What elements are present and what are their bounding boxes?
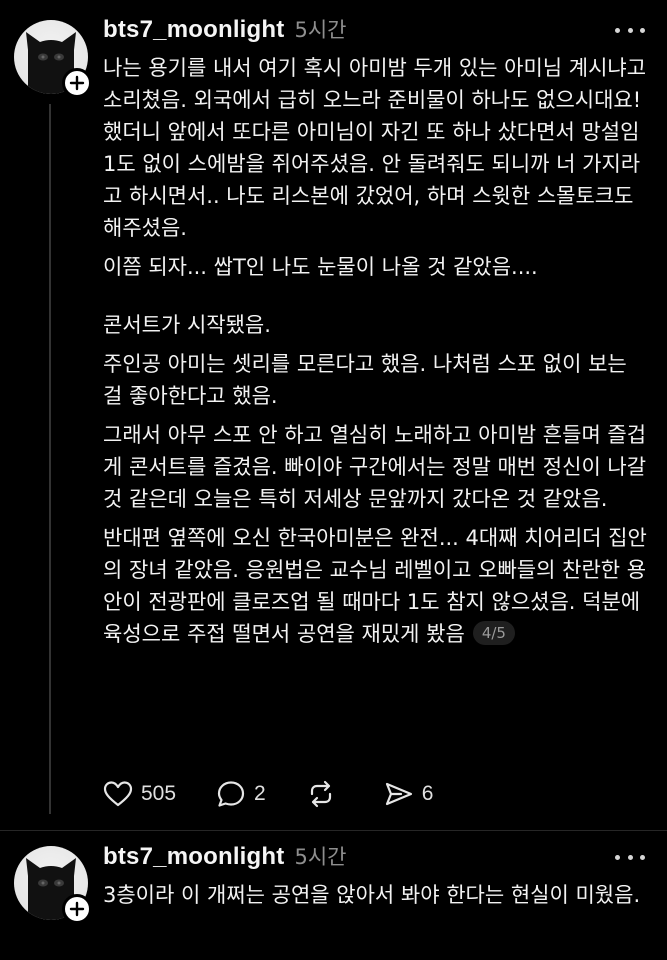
paragraph: 주인공 아미는 셋리를 모른다고 했음. 나처럼 스포 없이 보는 걸 좋아한다…	[103, 352, 627, 408]
plus-icon	[69, 75, 85, 91]
dot-icon	[640, 854, 645, 860]
timestamp: 5시간	[294, 18, 347, 42]
dot-icon	[615, 854, 620, 860]
paragraph: 그래서 아무 스포 안 하고 열심히 노래하고 아미밤 흔들며 즐겁게 콘서트를…	[103, 423, 647, 511]
action-bar: 505 2 6	[103, 778, 473, 810]
paragraph: 이쯤 되자... 쌉T인 나도 눈물이 나올 것 같았음....	[103, 255, 538, 279]
repost-button[interactable]	[306, 780, 344, 808]
comment-button[interactable]: 2	[216, 780, 266, 808]
plus-icon	[69, 901, 85, 917]
like-button[interactable]: 505	[103, 780, 176, 808]
paragraph: 반대편 옆쪽에 오신 한국아미분은 완전... 4대째 치어리더 집안의 장녀 …	[103, 522, 648, 650]
dot-icon	[640, 27, 645, 33]
post-header: bts7_moonlight 5시간	[103, 841, 346, 875]
timestamp: 5시간	[294, 845, 347, 869]
paragraph: 3층이라 이 개쩌는 공연을 앉아서 봐야 한다는 현실이 미웠음.	[103, 883, 641, 907]
heart-icon	[103, 781, 133, 807]
avatar[interactable]	[14, 846, 92, 924]
like-count: 505	[141, 782, 177, 805]
post-header: bts7_moonlight 5시간	[103, 14, 346, 48]
thread-connector	[49, 104, 51, 814]
more-options-button[interactable]	[615, 25, 645, 35]
thread-post: bts7_moonlight 5시간 나는 용기를 내서 여기 혹시 아미밤 두…	[0, 0, 667, 830]
post-body: 나는 용기를 내서 여기 혹시 아미밤 두개 있는 아미님 계시냐고 소리쳤음.…	[103, 52, 648, 657]
thread-post: bts7_moonlight 5시간 3층이라 이 개쩌는 공연을 앉아서 봐야…	[0, 831, 667, 960]
follow-button[interactable]	[62, 68, 92, 98]
username[interactable]: bts7_moonlight	[103, 16, 284, 44]
paragraph: 콘서트가 시작됐음.	[103, 313, 271, 337]
post-body: 3층이라 이 개쩌는 공연을 앉아서 봐야 한다는 현실이 미웠음.	[103, 879, 648, 918]
paragraph: 나는 용기를 내서 여기 혹시 아미밤 두개 있는 아미님 계시냐고 소리쳤음.…	[103, 56, 647, 240]
comment-icon	[217, 781, 245, 807]
repost-icon	[310, 780, 331, 808]
avatar[interactable]	[14, 20, 92, 98]
share-count: 6	[421, 782, 434, 805]
more-options-button[interactable]	[615, 852, 645, 862]
follow-button[interactable]	[62, 894, 92, 924]
share-button[interactable]: 6	[384, 780, 434, 808]
dot-icon	[627, 854, 633, 860]
paragraph-text: 반대편 옆쪽에 오신 한국아미분은 완전... 4대째 치어리더 집안의 장녀 …	[103, 526, 647, 646]
username[interactable]: bts7_moonlight	[103, 843, 284, 871]
page-indicator: 4/5	[472, 621, 515, 645]
send-icon	[385, 782, 412, 806]
dot-icon	[615, 27, 620, 33]
dot-icon	[627, 27, 633, 33]
comment-count: 2	[254, 782, 266, 805]
